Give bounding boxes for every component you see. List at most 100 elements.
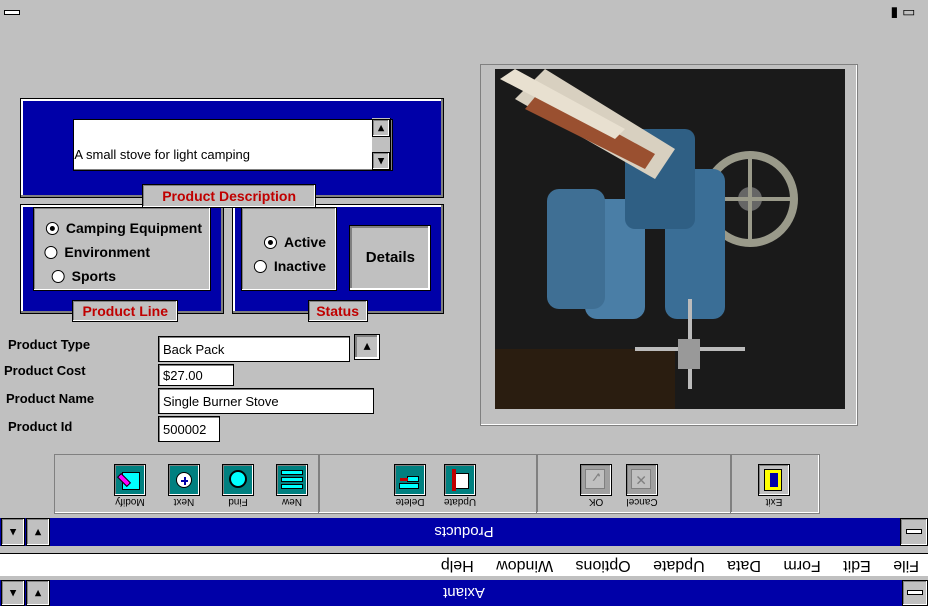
product-description-text: A small stove for light camping bbox=[74, 147, 250, 162]
delete-label: Delete bbox=[395, 496, 425, 507]
product-type-label: Product Type bbox=[8, 337, 91, 352]
radio-unselected-icon bbox=[51, 269, 65, 283]
new-record-icon bbox=[276, 464, 308, 496]
system-menu-icon bbox=[907, 590, 923, 596]
status-options-box: Active Inactive bbox=[241, 207, 337, 291]
menu-data[interactable]: Data bbox=[718, 554, 770, 576]
form-maximize-button[interactable]: ▲ bbox=[1, 518, 25, 546]
find-icon bbox=[222, 464, 254, 496]
cancel-icon: ✕ bbox=[626, 464, 658, 496]
modify-button[interactable]: Modify bbox=[113, 464, 147, 509]
status-option-active-label: Active bbox=[283, 234, 326, 250]
status-option-inactive-label: Inactive bbox=[273, 258, 326, 274]
menu-options[interactable]: Options bbox=[567, 554, 640, 576]
exit-button[interactable]: Exit bbox=[757, 464, 791, 509]
toolbar-group-records: New Find Next Modify bbox=[54, 454, 320, 514]
status-caption-text: Status bbox=[316, 303, 360, 319]
product-type-dropdown-button[interactable]: ▼ bbox=[354, 334, 380, 360]
product-name-field[interactable]: Single Burner Stove bbox=[158, 388, 374, 414]
menu-window[interactable]: Window bbox=[487, 554, 562, 576]
details-button[interactable]: Details bbox=[349, 225, 431, 291]
update-icon bbox=[444, 464, 476, 496]
toolbar-group-update: Update Delete bbox=[318, 454, 538, 514]
product-line-caption: Product Line bbox=[72, 300, 178, 322]
product-description-caption-text: Product Description bbox=[162, 188, 296, 204]
next-icon bbox=[168, 464, 200, 496]
product-description-caption: Product Description bbox=[142, 184, 316, 208]
cancel-button[interactable]: Cancel ✕ bbox=[625, 464, 659, 509]
exit-label: Exit bbox=[765, 496, 783, 507]
product-type-field[interactable]: Back Pack bbox=[158, 336, 350, 362]
form-system-menu-button[interactable] bbox=[900, 518, 928, 546]
delete-button[interactable]: Delete bbox=[393, 464, 427, 509]
product-cost-field[interactable]: $27.00 bbox=[158, 364, 234, 386]
app-title: Axiant bbox=[443, 584, 485, 602]
radio-unselected-icon bbox=[44, 245, 58, 259]
camping-stove-photo bbox=[495, 69, 845, 409]
minimize-icon: ▼ bbox=[32, 526, 44, 538]
toolbar: New Find Next Modify Update Delete OK ✓ … bbox=[0, 454, 820, 514]
maximize-icon: ▲ bbox=[7, 526, 19, 538]
ok-icon: ✓ bbox=[580, 464, 612, 496]
form-minimize-button[interactable]: ▼ bbox=[26, 518, 50, 546]
menu-form[interactable]: Form bbox=[774, 554, 829, 576]
status-option-inactive[interactable]: Inactive bbox=[253, 258, 326, 274]
arrow-down-icon: ▼ bbox=[361, 340, 373, 354]
minimize-icon: ▼ bbox=[32, 587, 44, 599]
ok-button[interactable]: OK ✓ bbox=[579, 464, 613, 509]
product-line-options-box: Camping Equipment Environment Sports bbox=[33, 207, 211, 291]
window-corner-controls[interactable]: ▭ ▮ bbox=[878, 2, 928, 26]
form-titlebar: Products ▼ ▲ bbox=[0, 518, 928, 546]
menu-edit[interactable]: Edit bbox=[834, 554, 880, 576]
new-button[interactable]: New bbox=[275, 464, 309, 509]
menu-help[interactable]: Help bbox=[432, 554, 483, 576]
product-name-label: Product Name bbox=[6, 391, 95, 406]
form-title: Products bbox=[434, 523, 494, 541]
find-button[interactable]: Find bbox=[221, 464, 255, 509]
product-line-option-environment-label: Environment bbox=[64, 244, 150, 260]
product-description-scrollbar[interactable]: ▲ ▼ bbox=[372, 118, 391, 170]
menu-update[interactable]: Update bbox=[644, 554, 714, 576]
app-maximize-button[interactable]: ▲ bbox=[1, 580, 25, 606]
product-photo bbox=[495, 69, 845, 409]
next-label: Next bbox=[173, 496, 195, 507]
app-system-menu-button[interactable] bbox=[902, 580, 928, 606]
update-label: Update bbox=[443, 496, 477, 507]
scroll-up-button[interactable]: ▼ bbox=[372, 119, 390, 137]
product-line-caption-text: Product Line bbox=[82, 303, 168, 319]
form-corner-control bbox=[0, 0, 26, 26]
radio-unselected-icon bbox=[253, 259, 267, 273]
toolbar-group-exit: Exit bbox=[730, 454, 820, 514]
toolbar-group-confirm: OK ✓ Cancel ✕ bbox=[536, 454, 732, 514]
ok-label: OK bbox=[588, 496, 604, 507]
product-description-panel: A small stove for light camping ▲ ▼ bbox=[20, 98, 444, 198]
scroll-down-button[interactable]: ▲ bbox=[372, 152, 390, 170]
modify-label: Modify bbox=[115, 496, 145, 507]
menu-bar: File Edit Form Data Update Options Windo… bbox=[0, 553, 928, 576]
status-caption: Status bbox=[308, 300, 368, 322]
product-image-frame bbox=[480, 64, 858, 426]
product-line-option-sports[interactable]: Sports bbox=[51, 268, 116, 284]
product-id-field[interactable]: 500002 bbox=[158, 416, 220, 442]
status-panel: Active Inactive Details bbox=[232, 204, 444, 314]
app-titlebar: Axiant ▼ ▲ bbox=[0, 580, 928, 606]
status-option-active[interactable]: Active bbox=[263, 234, 326, 250]
update-button[interactable]: Update bbox=[443, 464, 477, 509]
next-button[interactable]: Next bbox=[167, 464, 201, 509]
menu-file[interactable]: File bbox=[884, 554, 928, 576]
product-line-option-camping[interactable]: Camping Equipment bbox=[45, 220, 202, 236]
product-line-option-environment[interactable]: Environment bbox=[44, 244, 150, 260]
find-label: Find bbox=[228, 496, 248, 507]
product-line-option-sports-label: Sports bbox=[71, 268, 116, 284]
product-description-field[interactable]: A small stove for light camping bbox=[73, 119, 393, 171]
delete-icon bbox=[394, 464, 426, 496]
modify-icon bbox=[114, 464, 146, 496]
product-id-label: Product Id bbox=[8, 419, 73, 434]
cancel-label: Cancel bbox=[626, 496, 658, 507]
product-line-panel: Camping Equipment Environment Sports bbox=[20, 204, 224, 314]
maximize-icon: ▲ bbox=[7, 587, 19, 599]
app-minimize-button[interactable]: ▼ bbox=[26, 580, 50, 606]
product-cost-label: Product Cost bbox=[4, 363, 86, 378]
screen: Axiant ▼ ▲ File Edit Form Data Update Op… bbox=[0, 0, 928, 606]
radio-selected-icon bbox=[263, 235, 277, 249]
